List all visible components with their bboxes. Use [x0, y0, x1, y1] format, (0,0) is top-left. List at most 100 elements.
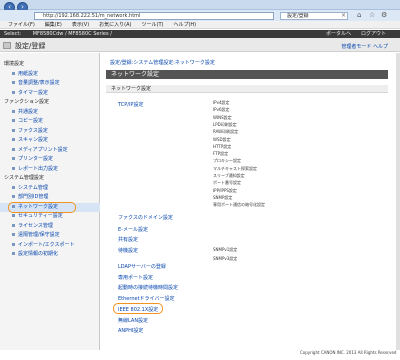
close-tab-icon[interactable]: × [340, 12, 347, 20]
tcp-item: ポート番号設定 [213, 180, 241, 186]
bullet-icon [12, 147, 15, 151]
settings-link[interactable]: LDAPサーバーの登録 [118, 263, 166, 270]
sidebar-item[interactable]: タイマー設定 [0, 89, 100, 98]
sidebar-item[interactable]: システム管理 [0, 184, 100, 193]
sidebar-section: システム管理設定 [0, 174, 100, 183]
portal-link[interactable]: ポータルへ [326, 30, 351, 38]
highlight-ring [8, 201, 76, 213]
bullet-icon [12, 252, 15, 255]
browser-tab[interactable]: 設定/登録 [280, 12, 348, 20]
sidebar-item[interactable]: レポート出力設定 [0, 165, 100, 174]
bullet-icon [12, 81, 15, 84]
sidebar-item[interactable]: 用紙設定 [0, 70, 100, 79]
menu-help[interactable]: ヘルプ(H) [173, 21, 196, 28]
settings-link[interactable]: 無線LAN設定 [118, 317, 148, 324]
menu-view[interactable]: 表示(V) [72, 21, 89, 28]
settings-link[interactable]: 専用ポート設定 [118, 274, 153, 281]
tcp-item: マルチキャスト探索設定 [213, 165, 257, 171]
bullet-icon [12, 128, 15, 132]
logout-link[interactable]: ログアウト [361, 30, 386, 38]
menu-file[interactable]: ファイル(F) [8, 21, 35, 28]
settings-link[interactable]: 待機設定 [118, 247, 138, 254]
menu-favorites[interactable]: お気に入り(A) [99, 21, 131, 28]
bullet-icon [12, 119, 15, 122]
sidebar-item-label: レポート出力設定 [18, 165, 59, 172]
page-title: 設定/登録 [15, 42, 46, 50]
tcp-item: 専用ポート通信の暗号化設定 [213, 202, 265, 208]
bullet-icon [12, 166, 15, 170]
sidebar-item[interactable]: 設定情報の初期化 [0, 250, 100, 259]
sidebar-item[interactable]: ファクス設定 [0, 127, 100, 136]
settings-link[interactable]: ANPHI設定 [118, 327, 143, 334]
section-title: ネットワーク設定 [106, 70, 388, 79]
settings-link[interactable]: ファクスのドメイン設定 [118, 214, 173, 221]
bullet-icon [12, 109, 15, 113]
bullet-icon [12, 223, 15, 227]
address-input[interactable]: http://192.168.222.51/m_network.html [34, 12, 274, 20]
settings-link[interactable]: E-メール設定 [118, 226, 148, 233]
gear-icon[interactable]: ⚙ [381, 11, 387, 19]
settings-link[interactable]: TCP/IP設定 [118, 101, 143, 108]
device-model: MF8580Cdw / MF8580C Series / [32, 31, 112, 37]
sidebar-item-label: プリンター設定 [18, 156, 54, 162]
sidebar-item[interactable]: メディアプリント設定 [0, 146, 100, 155]
sidebar-item[interactable]: ライセンス管理 [0, 222, 100, 231]
group-title: ネットワーク設定 [106, 85, 388, 93]
device-left: Select: [4, 31, 22, 37]
bullet-icon [12, 233, 15, 236]
device-bar: Select: MF8580Cdw / MF8580C Series / ポータ… [0, 30, 400, 38]
sidebar-item-label: ファクス設定 [18, 127, 48, 134]
bullet-icon [12, 90, 15, 94]
admin-help-links[interactable]: 管理者モード ヘルプ [341, 43, 388, 50]
settings-icon [3, 42, 11, 49]
sidebar-item[interactable]: インポート/エクスポート [0, 241, 100, 250]
scrollbar[interactable] [396, 53, 400, 350]
home-icon[interactable]: ⌂ [357, 11, 361, 19]
sidebar-item[interactable]: コピー設定 [0, 117, 100, 126]
breadcrumb[interactable]: 設定/登録:システム管理設定:ネットワーク設定 [110, 59, 215, 66]
tcp-item: IPv4設定 [213, 100, 230, 105]
snmp-item: SNMPv1設定 [213, 247, 238, 252]
sidebar-item-label: システム管理 [18, 184, 48, 191]
browser-titlebar [0, 0, 400, 10]
sidebar-item-label: 環境設定 [4, 61, 25, 67]
settings-link[interactable]: Ethernetドライバー設定 [118, 295, 174, 302]
bullet-icon [12, 242, 15, 246]
sidebar-item-label: 遠隔管理/保守設定 [18, 232, 60, 238]
tcp-item: SNMP設定 [213, 194, 233, 200]
bullet-icon [12, 195, 15, 198]
sidebar-item-label: 共通設定 [18, 108, 39, 115]
sidebar-item-label: スキャン設定 [18, 137, 49, 143]
sidebar-item[interactable]: 共通設定 [0, 108, 100, 117]
sidebar-item-label: 音量調整/表示設定 [18, 80, 60, 86]
sidebar-item[interactable]: 部門別ID管理 [0, 193, 100, 202]
sidebar-item-label: セキュリティー設定 [18, 213, 63, 219]
tcp-item: IPv6設定 [213, 107, 230, 113]
sidebar-item-label: コピー設定 [18, 118, 44, 124]
star-icon[interactable]: ☆ [369, 11, 375, 19]
sidebar-item-label: インポート/エクスポート [18, 241, 75, 248]
page-header [0, 38, 400, 52]
sidebar-item[interactable]: スキャン設定 [0, 136, 100, 145]
tcp-item: HTTP設定 [213, 143, 232, 149]
settings-link[interactable]: 共有設定 [118, 236, 138, 243]
menu-tools[interactable]: ツール(T) [142, 21, 164, 28]
sidebar-section: ファンクション設定 [0, 98, 100, 107]
bullet-icon [12, 138, 15, 141]
bullet-icon [12, 71, 15, 75]
sidebar-item-label: システム管理設定 [4, 175, 44, 181]
sidebar-item[interactable]: プリンター設定 [0, 155, 100, 164]
sidebar-item-label: 用紙設定 [18, 70, 39, 77]
sidebar-item[interactable]: セキュリティー設定 [0, 212, 100, 221]
menu-bar: ファイル(F) 編集(E) 表示(V) お気に入り(A) ツール(T) ヘルプ(… [0, 21, 400, 29]
menu-edit[interactable]: 編集(E) [45, 21, 62, 28]
sidebar-item-label: 部門別ID管理 [18, 194, 49, 200]
sidebar-item-label: ファンクション設定 [4, 99, 50, 105]
settings-link[interactable]: 起動時の接続待機時間設定 [118, 284, 178, 291]
sidebar-item[interactable]: 遠隔管理/保守設定 [0, 231, 100, 240]
tcp-item: LPD印刷設定 [213, 121, 237, 127]
sidebar-item-label: メディアプリント設定 [18, 146, 68, 153]
snmp-item: SNMPv3設定 [213, 256, 238, 261]
sidebar-item[interactable]: 音量調整/表示設定 [0, 79, 100, 88]
tcp-item: IPP/IPPS設定 [213, 187, 237, 193]
